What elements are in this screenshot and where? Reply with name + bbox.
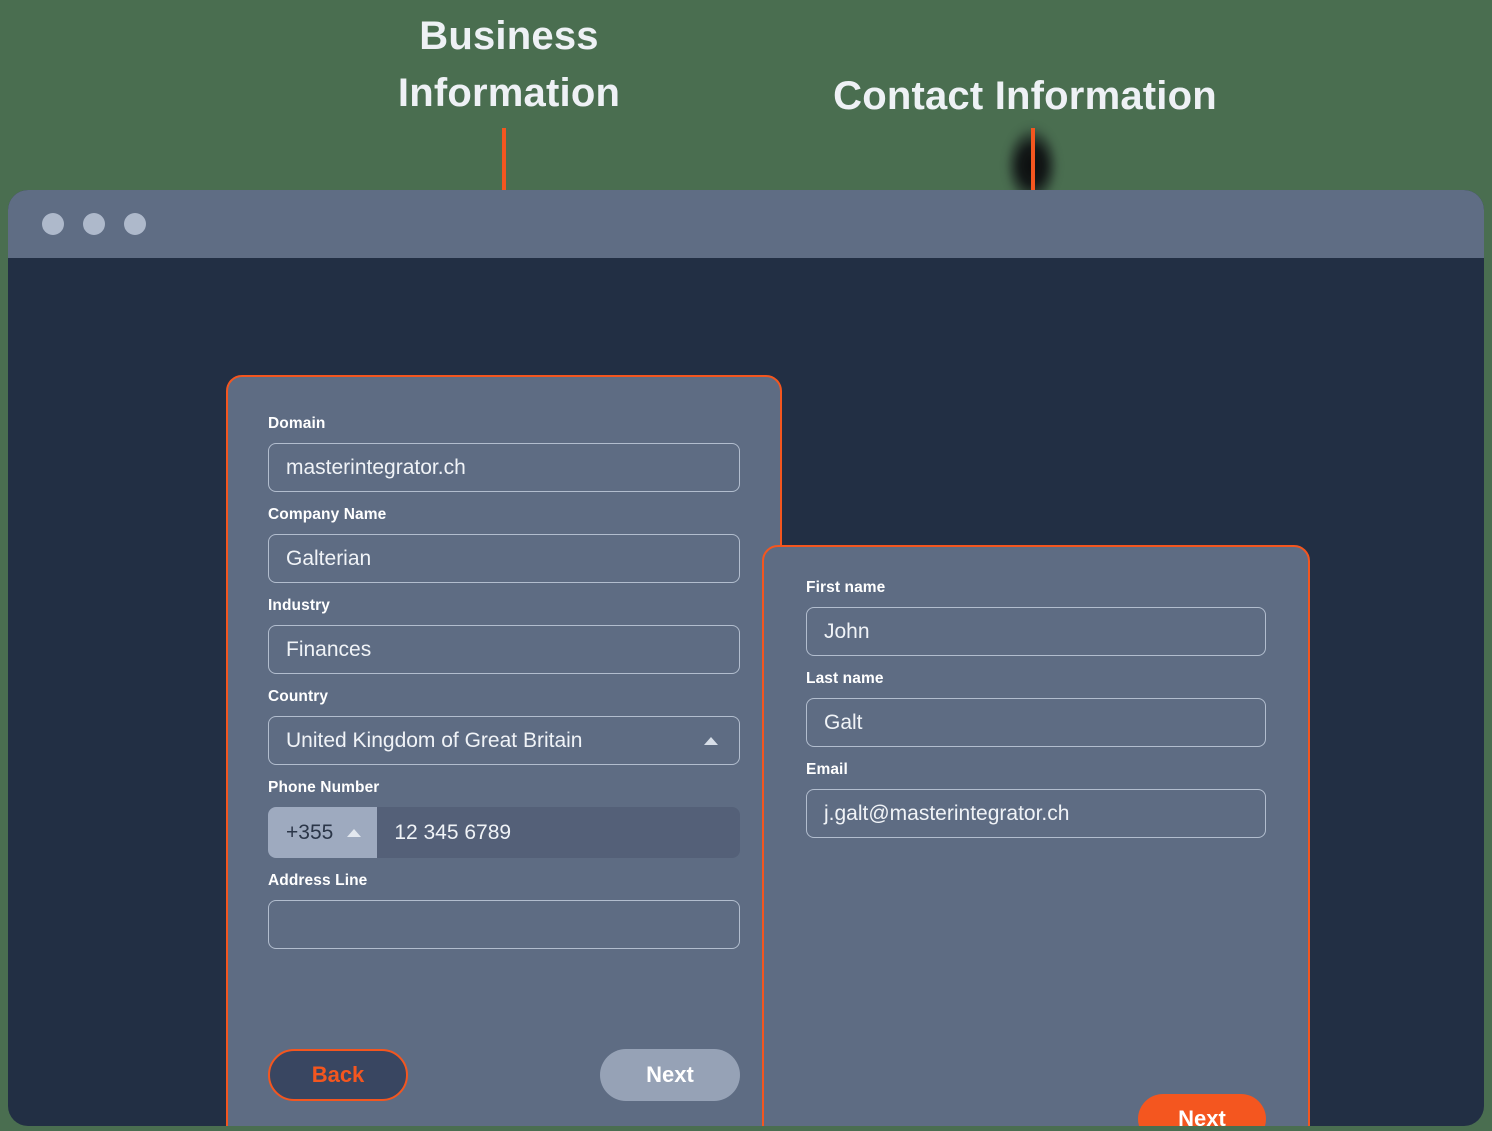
field-email: Email j.galt@masterintegrator.ch [806,761,1266,838]
field-label-address-line: Address Line [268,872,368,889]
address-line-input[interactable] [268,900,740,949]
browser-titlebar [8,190,1484,258]
field-last-name: Last name Galt [806,670,1266,747]
annotation-label-business-information: Business Information [397,14,621,115]
field-phone-number: Phone Number +355 12 345 6789 [268,779,740,858]
minimize-dot-icon[interactable] [83,213,105,235]
field-company-name: Company Name Galterian [268,506,740,583]
email-input[interactable]: j.galt@masterintegrator.ch [806,789,1266,838]
field-label-domain: Domain [268,415,326,432]
browser-window: Domain masterintegrator.ch Company Name … [8,190,1484,1126]
field-label-company-name: Company Name [268,506,387,523]
next-button-disabled[interactable]: Next [600,1049,740,1101]
browser-content-area: Domain masterintegrator.ch Company Name … [8,258,1484,1126]
field-industry: Industry Finances [268,597,740,674]
company-name-input[interactable]: Galterian [268,534,740,583]
field-domain: Domain masterintegrator.ch [268,415,740,492]
contact-information-card: First name John Last name Galt Email j.g… [762,545,1310,1126]
close-dot-icon[interactable] [42,213,64,235]
maximize-dot-icon[interactable] [124,213,146,235]
phone-country-code-value: +355 [286,820,334,844]
phone-country-code-select[interactable]: +355 [268,807,378,858]
country-select-value: United Kingdom of Great Britain [286,728,583,752]
field-label-last-name: Last name [806,670,884,687]
country-select[interactable]: United Kingdom of Great Britain [268,716,740,765]
domain-input[interactable]: masterintegrator.ch [268,443,740,492]
chevron-up-icon [704,736,718,745]
field-country: Country United Kingdom of Great Britain [268,688,740,765]
phone-number-input[interactable]: 12 345 6789 [377,807,740,858]
field-label-country: Country [268,688,329,705]
field-address-line: Address Line [268,872,740,949]
field-label-phone-number: Phone Number [268,779,380,796]
field-first-name: First name John [806,579,1266,656]
chevron-up-icon [347,828,362,837]
field-label-first-name: First name [806,579,886,596]
phone-number-row: +355 12 345 6789 [268,807,740,858]
last-name-input[interactable]: Galt [806,698,1266,747]
industry-input[interactable]: Finances [268,625,740,674]
back-button[interactable]: Back [268,1049,408,1101]
field-label-industry: Industry [268,597,330,614]
first-name-input[interactable]: John [806,607,1266,656]
business-information-card: Domain masterintegrator.ch Company Name … [226,375,782,1126]
field-label-email: Email [806,761,848,778]
business-card-button-row: Back Next [268,1049,740,1101]
next-button-primary[interactable]: Next [1138,1094,1266,1126]
